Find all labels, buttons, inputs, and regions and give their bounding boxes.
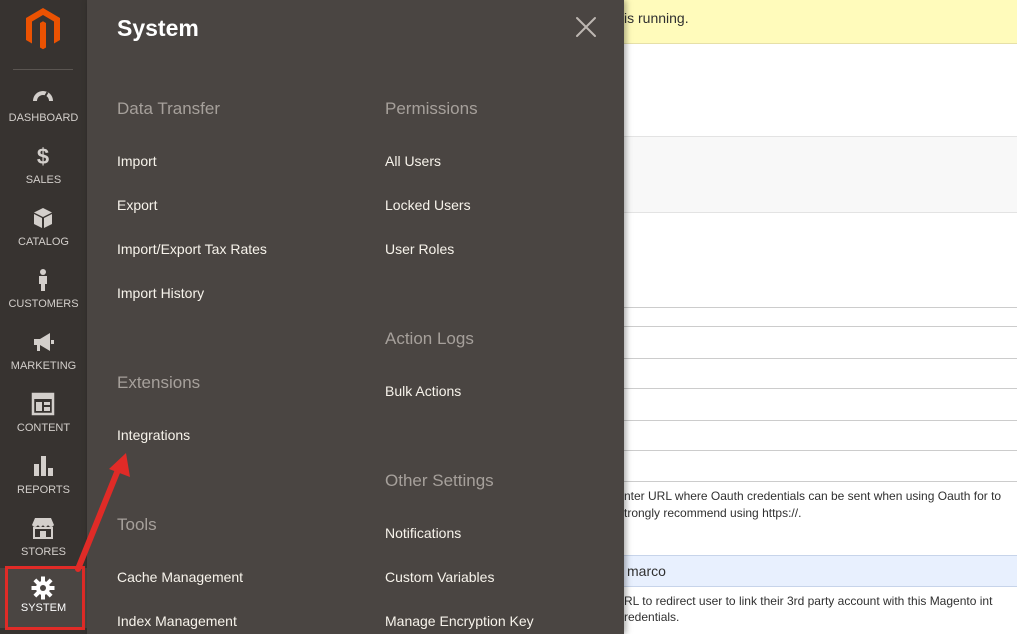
menu-link-cache-management[interactable]: Cache Management bbox=[117, 569, 243, 585]
callback-url-note-line1: nter URL where Oauth credentials can be … bbox=[624, 489, 1002, 503]
field-divider bbox=[624, 450, 1017, 451]
nav-dashboard[interactable]: DASHBOARD bbox=[0, 82, 87, 144]
notice-text: is running. bbox=[624, 10, 689, 26]
nav-label: SALES bbox=[25, 174, 62, 186]
menu-link-export[interactable]: Export bbox=[117, 197, 157, 213]
nav-reports[interactable]: REPORTS bbox=[0, 454, 87, 516]
section-title-tools: Tools bbox=[117, 515, 157, 534]
nav-label: CATALOG bbox=[18, 236, 69, 248]
storefront-icon bbox=[32, 518, 54, 539]
svg-text:$: $ bbox=[37, 144, 49, 168]
section-title-data-transfer: Data Transfer bbox=[117, 99, 220, 118]
menu-link-locked-users[interactable]: Locked Users bbox=[385, 197, 471, 213]
menu-link-import-export-tax-rates[interactable]: Import/Export Tax Rates bbox=[117, 241, 267, 257]
menu-link-index-management[interactable]: Index Management bbox=[117, 613, 237, 629]
nav-label: REPORTS bbox=[17, 484, 70, 496]
nav-catalog[interactable]: CATALOG bbox=[0, 206, 87, 268]
menu-link-custom-variables[interactable]: Custom Variables bbox=[385, 569, 494, 585]
field-divider bbox=[624, 307, 1017, 308]
nav-label: STORES bbox=[20, 546, 67, 558]
system-notice-bar: is running. bbox=[624, 0, 1017, 44]
layout-icon bbox=[31, 392, 55, 416]
field-divider bbox=[624, 358, 1017, 359]
menu-link-import[interactable]: Import bbox=[117, 153, 157, 169]
nav-label: DASHBOARD bbox=[8, 112, 79, 124]
admin-sidebar: DASHBOARD $ SALES CATALOG CUSTOMERS MARK… bbox=[0, 0, 87, 634]
menu-link-bulk-actions[interactable]: Bulk Actions bbox=[385, 383, 461, 399]
field-divider bbox=[624, 388, 1017, 389]
flyout-title: System bbox=[117, 15, 199, 41]
person-icon bbox=[39, 269, 47, 291]
nav-marketing[interactable]: MARKETING bbox=[0, 330, 87, 392]
menu-link-integrations[interactable]: Integrations bbox=[117, 427, 190, 443]
nav-label: CONTENT bbox=[16, 422, 71, 434]
nav-sales[interactable]: $ SALES bbox=[0, 144, 87, 206]
nav-customers[interactable]: CUSTOMERS bbox=[0, 268, 87, 330]
dollar-icon: $ bbox=[37, 144, 49, 168]
nav-content[interactable]: CONTENT bbox=[0, 392, 87, 454]
section-title-extensions: Extensions bbox=[117, 373, 201, 392]
identity-link-url-input[interactable]: marco bbox=[624, 555, 1017, 587]
input-value: marco bbox=[627, 563, 666, 579]
magento-logo[interactable] bbox=[23, 6, 63, 50]
annotation-highlight-box bbox=[5, 566, 85, 630]
menu-link-all-users[interactable]: All Users bbox=[385, 153, 441, 169]
field-divider bbox=[624, 326, 1017, 327]
identity-url-note-line1: RL to redirect user to link their 3rd pa… bbox=[624, 594, 993, 608]
close-icon bbox=[576, 17, 596, 37]
nav-label: MARKETING bbox=[10, 360, 77, 372]
menu-link-user-roles[interactable]: User Roles bbox=[385, 241, 454, 257]
section-title-action-logs: Action Logs bbox=[385, 329, 474, 348]
dashboard-gauge-icon bbox=[33, 91, 53, 101]
field-divider bbox=[624, 420, 1017, 421]
callback-url-note-line2: trongly recommend using https://. bbox=[624, 506, 802, 520]
identity-url-note-line2: redentials. bbox=[624, 610, 680, 624]
section-title-permissions: Permissions bbox=[385, 99, 478, 118]
logo-divider bbox=[13, 69, 73, 70]
field-divider bbox=[624, 481, 1017, 482]
background-page: is running. nter URL where Oauth credent… bbox=[624, 0, 1017, 634]
bar-chart-icon bbox=[34, 456, 53, 476]
menu-link-manage-encryption-key[interactable]: Manage Encryption Key bbox=[385, 613, 534, 629]
system-flyout-menu: System Data Transfer Import Export Impor… bbox=[87, 0, 624, 634]
menu-link-notifications[interactable]: Notifications bbox=[385, 525, 461, 541]
close-button[interactable] bbox=[575, 16, 597, 38]
nav-label: CUSTOMERS bbox=[8, 298, 79, 310]
box-icon bbox=[34, 208, 52, 228]
menu-link-import-history[interactable]: Import History bbox=[117, 285, 204, 301]
section-title-other-settings: Other Settings bbox=[385, 471, 494, 490]
form-section-band bbox=[624, 136, 1017, 213]
megaphone-icon bbox=[34, 333, 54, 351]
